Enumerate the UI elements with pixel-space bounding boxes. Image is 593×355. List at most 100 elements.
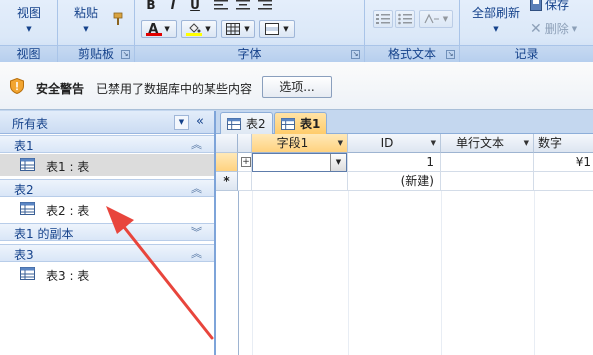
number-cell[interactable]: ¥1 (534, 153, 593, 172)
align-left-icon[interactable] (213, 0, 229, 14)
rich-text-group: ▼ 格式文本 ↘ (365, 0, 460, 62)
shutter-bar-close-icon[interactable]: « (196, 114, 204, 129)
new-row-selector[interactable]: * (216, 172, 238, 191)
align-right-icon[interactable] (257, 0, 273, 14)
table-icon (20, 267, 35, 280)
bold-button[interactable]: B (143, 0, 159, 14)
field1-combo-box[interactable]: ▼ (252, 153, 347, 172)
column-guide (534, 191, 535, 355)
chevron-down-icon[interactable]: ▼ (431, 134, 436, 152)
field1-cell[interactable] (252, 172, 348, 191)
table-icon (20, 158, 35, 171)
row-selector-border (238, 191, 239, 355)
nav-menu-dropdown-icon[interactable]: ▼ (174, 115, 189, 130)
column-header-single-line-text[interactable]: 单行文本 ▼ (441, 134, 534, 153)
nav-pane-header: 所有表 ▼ « (0, 111, 214, 134)
nav-group-table2[interactable]: 表2 ︽ (0, 179, 214, 197)
id-cell[interactable]: (新建) (348, 172, 441, 191)
nav-group-table1[interactable]: 表1 ︽ (0, 135, 214, 153)
disk-icon (530, 0, 542, 11)
underline-button[interactable]: U (187, 0, 203, 14)
id-cell[interactable]: 1 (348, 153, 441, 172)
nav-group-table3[interactable]: 表3 ︽ (0, 244, 214, 262)
chevron-up-icon: ︽ (191, 247, 202, 260)
chevron-down-icon: ▼ (244, 25, 250, 33)
single-line-text-cell[interactable] (441, 172, 534, 191)
chevron-down-icon: ▼ (571, 24, 578, 33)
delete-record-button[interactable]: ✕ 删除 ▼ (530, 20, 577, 37)
nav-item-table1[interactable]: 表1 : 表 (0, 154, 214, 176)
column-header-expander (238, 134, 252, 153)
dialog-launcher-icon[interactable]: ↘ (351, 50, 360, 59)
view-button[interactable]: 视图 ▼ (6, 4, 52, 33)
chevron-up-icon: ︽ (191, 182, 202, 195)
rich-text-group-label: 格式文本 (365, 45, 459, 62)
column-guide (348, 191, 349, 355)
chevron-down-icon: ▼ (283, 25, 289, 33)
single-line-text-cell[interactable] (441, 153, 534, 172)
chevron-down-icon: ︾ (191, 226, 202, 239)
chevron-up-icon: ︽ (191, 138, 202, 151)
align-center-icon[interactable] (235, 0, 251, 14)
grid-icon (226, 23, 241, 35)
chevron-down-icon[interactable]: ▼ (338, 134, 343, 152)
table-icon (281, 117, 295, 130)
clipboard-group: 粘贴 ▼ 剪贴板 ↘ (58, 0, 135, 62)
document-area: 表2 表1 字段1 ▼ ID ▼ 单行文本 ▼ 数字 + ▼ 1 ¥1 * (新… (216, 111, 593, 355)
chevron-down-icon: ▼ (442, 15, 449, 23)
column-header-number[interactable]: 数字 (534, 134, 593, 153)
format-painter-icon[interactable] (110, 10, 126, 28)
numbered-list-icon[interactable] (373, 10, 393, 28)
ribbon: 视图 ▼ 视图 粘贴 ▼ 剪贴板 ↘ B I U A ▼ ▼ ▼ ▼ 字体 ↘ … (0, 0, 593, 62)
select-all-corner[interactable] (216, 134, 238, 153)
table-icon (227, 117, 241, 130)
chevron-down-icon: ▼ (83, 25, 89, 33)
save-record-button[interactable]: 保存 (530, 0, 569, 13)
subdatasheet-cell (238, 172, 252, 191)
gridlines-button[interactable]: ▼ (221, 20, 255, 38)
paste-button[interactable]: 粘贴 ▼ (66, 4, 106, 33)
nav-item-table2[interactable]: 表2 : 表 (0, 198, 214, 220)
datasheet-grid: 字段1 ▼ ID ▼ 单行文本 ▼ 数字 + ▼ 1 ¥1 * (新建) (216, 134, 593, 355)
field1-cell[interactable]: ▼ (252, 153, 348, 172)
dialog-launcher-icon[interactable]: ↘ (121, 50, 130, 59)
column-header-field1[interactable]: 字段1 ▼ (252, 134, 348, 153)
chevron-down-icon: ▼ (493, 25, 499, 33)
nav-pane-title: 所有表 (12, 117, 49, 131)
security-warning-text: 已禁用了数据库中的某些内容 (96, 82, 253, 96)
chevron-down-icon: ▼ (164, 25, 170, 33)
column-guide (441, 191, 442, 355)
nav-group-table1-copy[interactable]: 表1 的副本 ︾ (0, 223, 214, 241)
chevron-down-icon: ▼ (26, 25, 32, 33)
nav-item-table3[interactable]: 表3 : 表 (0, 263, 214, 285)
refresh-all-button[interactable]: 全部刷新 ▼ (464, 4, 528, 33)
row-selector[interactable] (216, 153, 238, 172)
chevron-down-icon[interactable]: ▼ (524, 134, 529, 152)
subdatasheet-cell: + (238, 153, 252, 172)
security-message-bar: 安全警告 已禁用了数据库中的某些内容 选项... (0, 62, 593, 110)
table-icon (20, 202, 35, 215)
highlight-color-button[interactable]: ▼ (181, 20, 217, 38)
column-header-id[interactable]: ID ▼ (348, 134, 441, 153)
expand-plus-icon[interactable]: + (241, 157, 251, 167)
number-cell[interactable] (534, 172, 593, 191)
text-direction-icon[interactable]: ▼ (419, 10, 453, 28)
italic-button[interactable]: I (165, 0, 181, 14)
security-warning-title: 安全警告 (36, 82, 85, 96)
views-group-label: 视图 (0, 45, 57, 62)
records-group-label: 记录 (460, 45, 593, 62)
options-button[interactable]: 选项... (262, 76, 332, 98)
document-tabs: 表2 表1 (216, 111, 593, 134)
records-group: 全部刷新 ▼ 保存 ✕ 删除 ▼ 记录 (460, 0, 593, 62)
bullet-list-icon[interactable] (395, 10, 415, 28)
font-color-button[interactable]: A ▼ (141, 20, 177, 38)
chevron-down-icon[interactable]: ▼ (330, 154, 346, 171)
dialog-launcher-icon[interactable]: ↘ (446, 50, 455, 59)
delete-x-icon: ✕ (530, 20, 542, 37)
tab-table1[interactable]: 表1 (274, 112, 328, 134)
highlight-swatch (186, 33, 202, 36)
navigation-pane: 所有表 ▼ « 表1 ︽ 表1 : 表 表2 ︽ 表2 : 表 表1 的副本 ︾… (0, 111, 216, 355)
tab-table2[interactable]: 表2 (220, 112, 273, 134)
alternate-fill-button[interactable]: ▼ (259, 20, 295, 38)
chevron-down-icon: ▼ (205, 25, 211, 33)
